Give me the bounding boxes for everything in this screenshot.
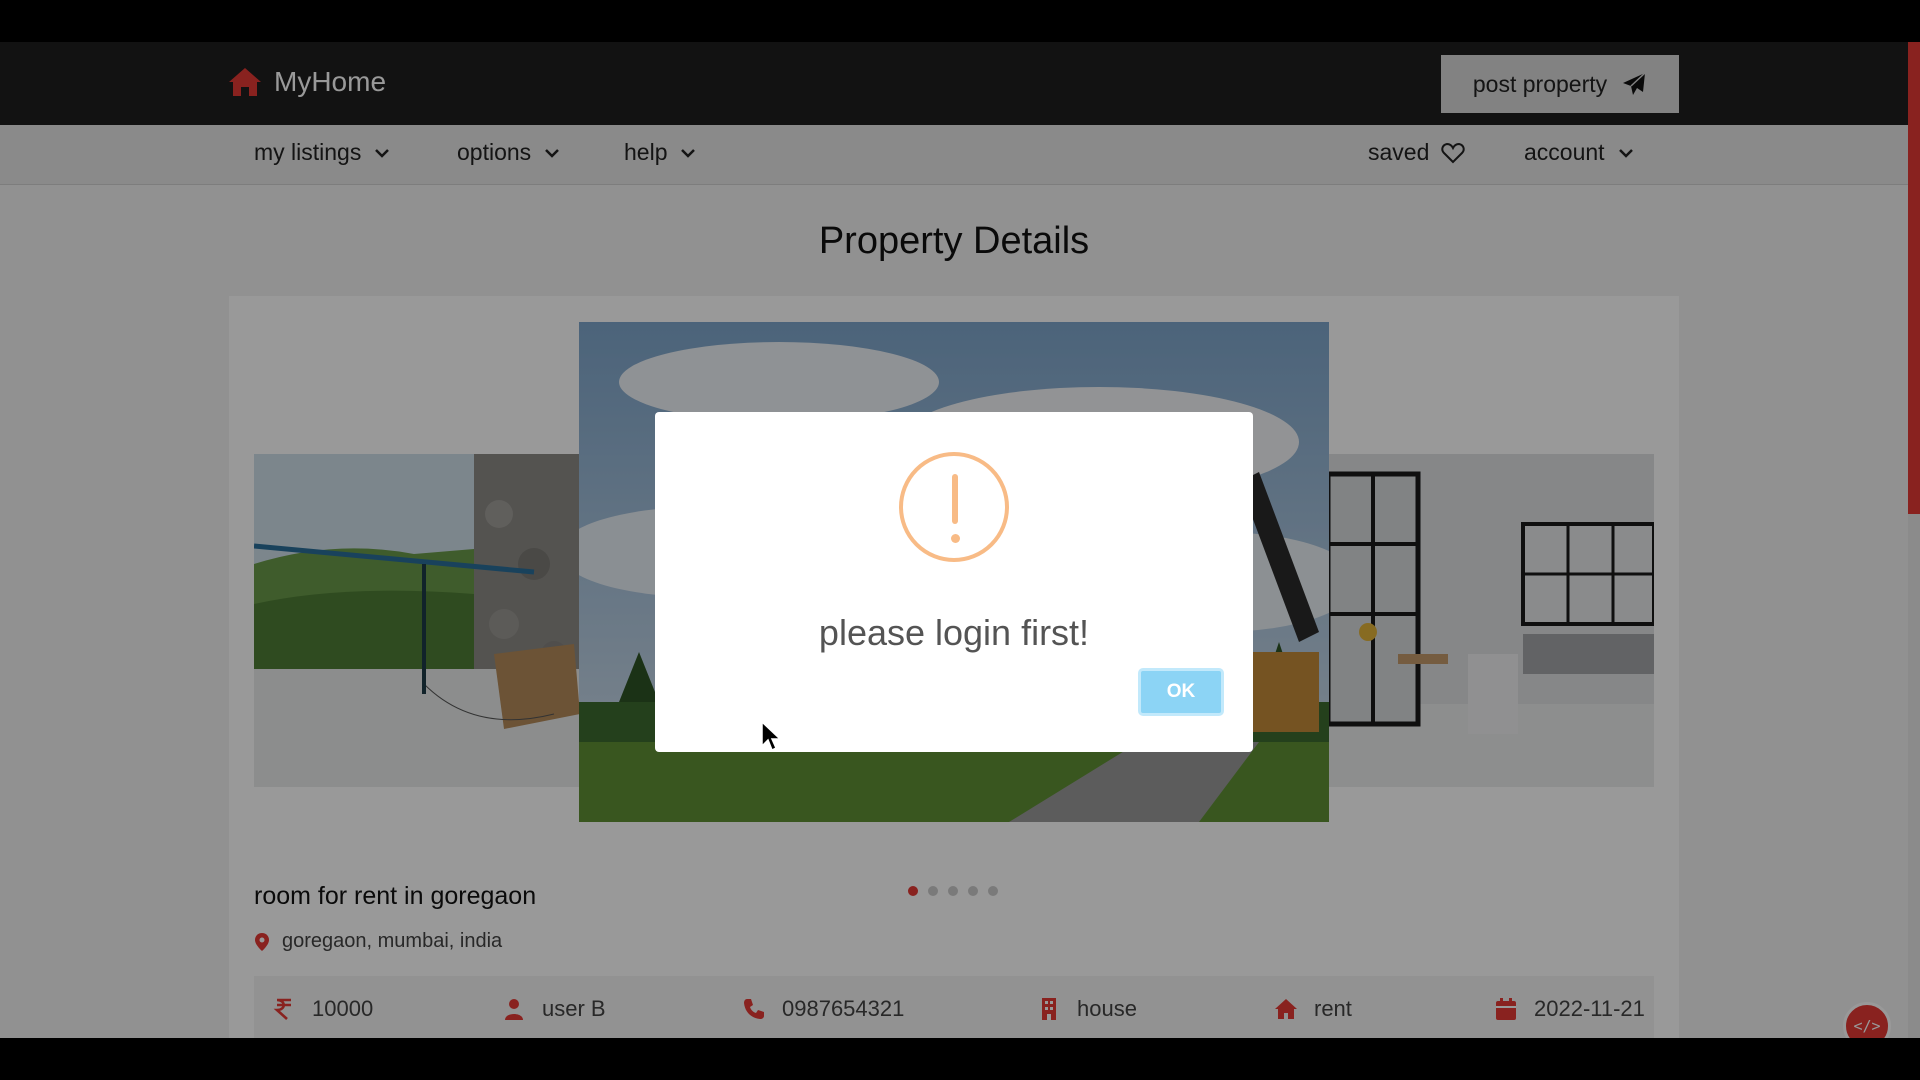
login-alert-dialog: please login first! OK	[655, 412, 1253, 752]
mouse-cursor-icon	[761, 720, 782, 752]
alert-message: please login first!	[818, 612, 1090, 653]
letterbox-bottom	[0, 1038, 1920, 1080]
letterbox-top	[0, 0, 1920, 42]
warning-icon	[899, 452, 1009, 562]
ok-button[interactable]: OK	[1138, 668, 1224, 716]
browser-viewport: MyHome post property my listings options…	[0, 42, 1920, 1038]
